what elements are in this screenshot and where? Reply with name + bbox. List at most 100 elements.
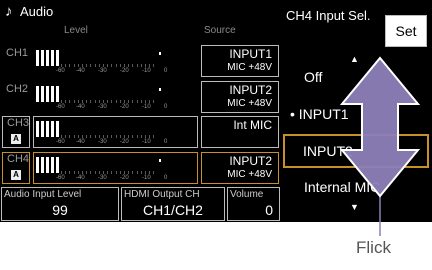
source-sub-label: MIC +48V [227,98,272,109]
audio-input-level-button[interactable]: Audio Input Level 99 [1,187,119,221]
meter-segment [136,171,138,174]
auto-level-badge: A [11,134,21,144]
meter-segment [136,100,138,103]
meter-segment [140,64,142,67]
meter-segment [56,86,59,102]
scale-tick-label: -20 [120,175,129,181]
meter-segment [86,64,88,67]
scale-tick-label: -40 [76,104,85,110]
source-label: INPUT2 [229,154,272,168]
meter-segment [41,50,44,66]
set-button[interactable]: Set [385,15,427,47]
channel-button-ch3[interactable]: CH3 A [2,116,30,148]
meter-segment [41,157,44,173]
source-button-ch4[interactable]: INPUT2 MIC +48V [201,152,279,184]
scale-tick-label: -30 [98,175,107,181]
option-internal-mic[interactable]: Internal MIC [282,170,432,204]
flick-label: Flick [356,238,391,257]
meter-segment [124,171,125,174]
option-label: INPUT1 [298,106,349,122]
meter-segment [90,135,92,138]
source-button-ch2[interactable]: INPUT2 MIC +48V [201,81,279,113]
meter-segment [132,171,134,174]
option-input1[interactable]: • INPUT1 [282,97,432,131]
meter-segment [82,100,83,103]
channel-label: CH4 [7,153,30,165]
meter-segment [124,64,125,67]
meter-segment [56,121,59,137]
audio-input-level-label: Audio Input Level [4,189,82,200]
meter-segment [94,171,96,174]
meter-segment [140,171,142,174]
hdmi-output-value: CH1/CH2 [143,202,203,218]
meter-segment [115,135,117,138]
volume-value: 0 [265,202,273,218]
volume-button[interactable]: Volume 0 [227,187,280,221]
meter-segment [132,64,134,67]
scale-tick-label: 0 [164,68,168,74]
meter-scale: -60 -40 -30 -20 -10 0 [56,104,196,112]
meter-segment [98,171,100,174]
meter-segment [140,100,142,103]
channel-button-ch4[interactable]: CH4 A [2,152,30,184]
source-header: Source [204,25,236,36]
meter-segment [69,100,71,103]
scale-tick-label: -10 [142,175,151,181]
meter-segment [153,64,155,67]
option-off[interactable]: Off [282,60,432,94]
scale-tick-label: -60 [56,139,65,145]
selected-bullet-icon: • [290,106,299,122]
source-button-ch1[interactable]: INPUT1 MIC +48V [201,45,279,77]
meter-segment [103,64,104,67]
channel-label: CH3 [7,117,30,129]
meter-segment [73,100,75,103]
meter-segment [56,157,59,173]
meter-segment [73,171,75,174]
meter-scale: -60 -40 -30 -20 -10 0 [56,139,196,147]
meter-segment [149,64,151,67]
meter-segment [103,100,104,103]
meter-segment [145,100,146,103]
meter-segment [90,171,92,174]
meter-segment [36,50,39,66]
meter-segment [82,64,83,67]
dropdown-title: CH4 Input Sel. [286,8,371,23]
scale-tick-label: 0 [164,104,168,110]
meter-segment [98,64,100,67]
scale-tick-label: 0 [164,175,168,181]
auto-level-badge: A [11,170,21,180]
channel-label: CH1 [6,47,29,59]
level-header: Level [64,25,88,36]
hdmi-output-ch-button[interactable]: HDMI Output CH CH1/CH2 [121,187,225,221]
meter-segment [77,171,79,174]
meter-segment [82,171,83,174]
peak-marker [159,159,161,162]
scale-tick-label: -40 [76,139,85,145]
peak-marker [159,52,161,55]
option-input2[interactable]: INPUT2 [283,134,429,168]
scale-tick-label: -60 [56,175,65,181]
meter-segment [132,100,134,103]
source-button-ch3[interactable]: Int MIC [201,116,279,148]
meter-segment [124,100,125,103]
meter-segment [119,64,121,67]
meter-segment [94,100,96,103]
meter-segment [51,86,54,102]
meter-segment [115,171,117,174]
scale-tick-label: -30 [98,68,107,74]
meter-segment [61,64,62,67]
audio-input-level-value: 99 [52,202,68,218]
meter-segment [46,50,49,66]
meter-segment [111,100,113,103]
camera-screen: ♪ Audio Level Source CH1 -60 -40 -30 -20 -10… [0,0,432,222]
scale-tick-label: -20 [120,139,129,145]
hdmi-output-label: HDMI Output CH [124,189,200,200]
scroll-down-icon[interactable]: ▼ [350,202,359,212]
meter-segment [82,135,83,138]
scale-tick-label: -30 [98,104,107,110]
meter-segment [128,135,130,138]
meter-segment [46,157,49,173]
meter-segment [145,171,146,174]
meter-segment [46,86,49,102]
meter-segment [124,135,125,138]
